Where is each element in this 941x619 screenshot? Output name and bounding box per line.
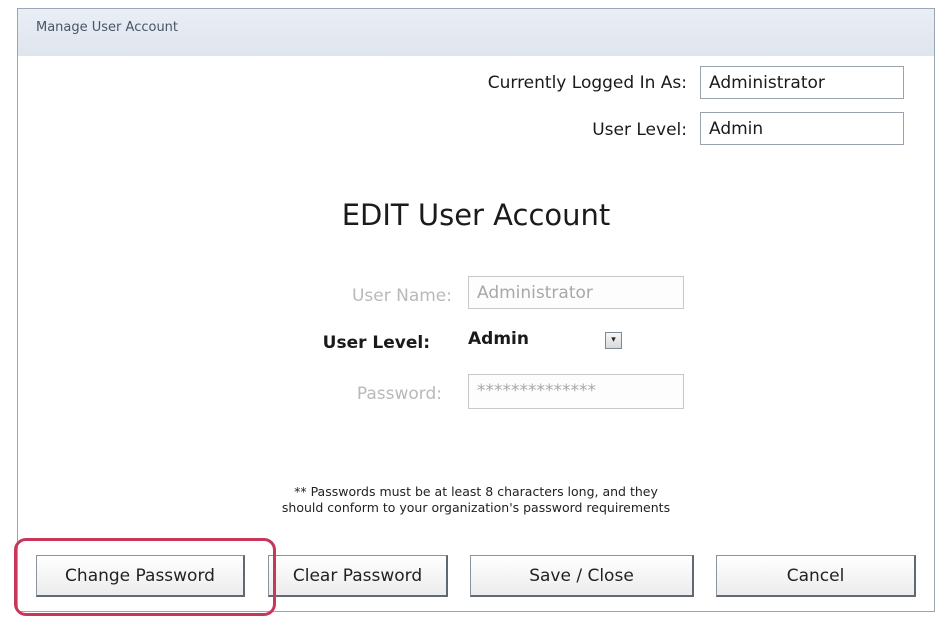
header-user-level-label: User Level: — [592, 120, 687, 140]
password-requirements-note: ** Passwords must be at least 8 characte… — [18, 484, 934, 516]
note-line-2: should conform to your organization's pa… — [281, 500, 671, 515]
clear-password-button[interactable]: Clear Password — [268, 555, 448, 597]
form-content: Currently Logged In As: Administrator Us… — [18, 56, 934, 611]
user-level-label: User Level: — [322, 333, 430, 353]
cancel-button[interactable]: Cancel — [716, 555, 916, 597]
form-heading: EDIT User Account — [341, 198, 611, 232]
chevron-down-icon[interactable]: ▾ — [605, 332, 622, 349]
save-close-button[interactable]: Save / Close — [470, 555, 694, 597]
user-name-field: Administrator — [468, 276, 684, 309]
title-bar: Manage User Account — [18, 9, 934, 57]
header-user-level-field: Admin — [700, 112, 904, 145]
logged-in-field: Administrator — [700, 66, 904, 99]
manage-user-account-window: Manage User Account Currently Logged In … — [17, 8, 935, 612]
user-level-selected: Admin — [468, 329, 529, 349]
window-title: Manage User Account — [36, 20, 179, 35]
user-level-dropdown[interactable]: Admin ▾ — [460, 325, 636, 358]
password-field: ************** — [468, 374, 684, 409]
logged-in-label: Currently Logged In As: — [487, 73, 687, 93]
note-line-1: ** Passwords must be at least 8 characte… — [294, 484, 658, 499]
password-label: Password: — [356, 384, 442, 404]
change-password-highlight — [14, 538, 276, 616]
user-name-label: User Name: — [351, 286, 452, 306]
